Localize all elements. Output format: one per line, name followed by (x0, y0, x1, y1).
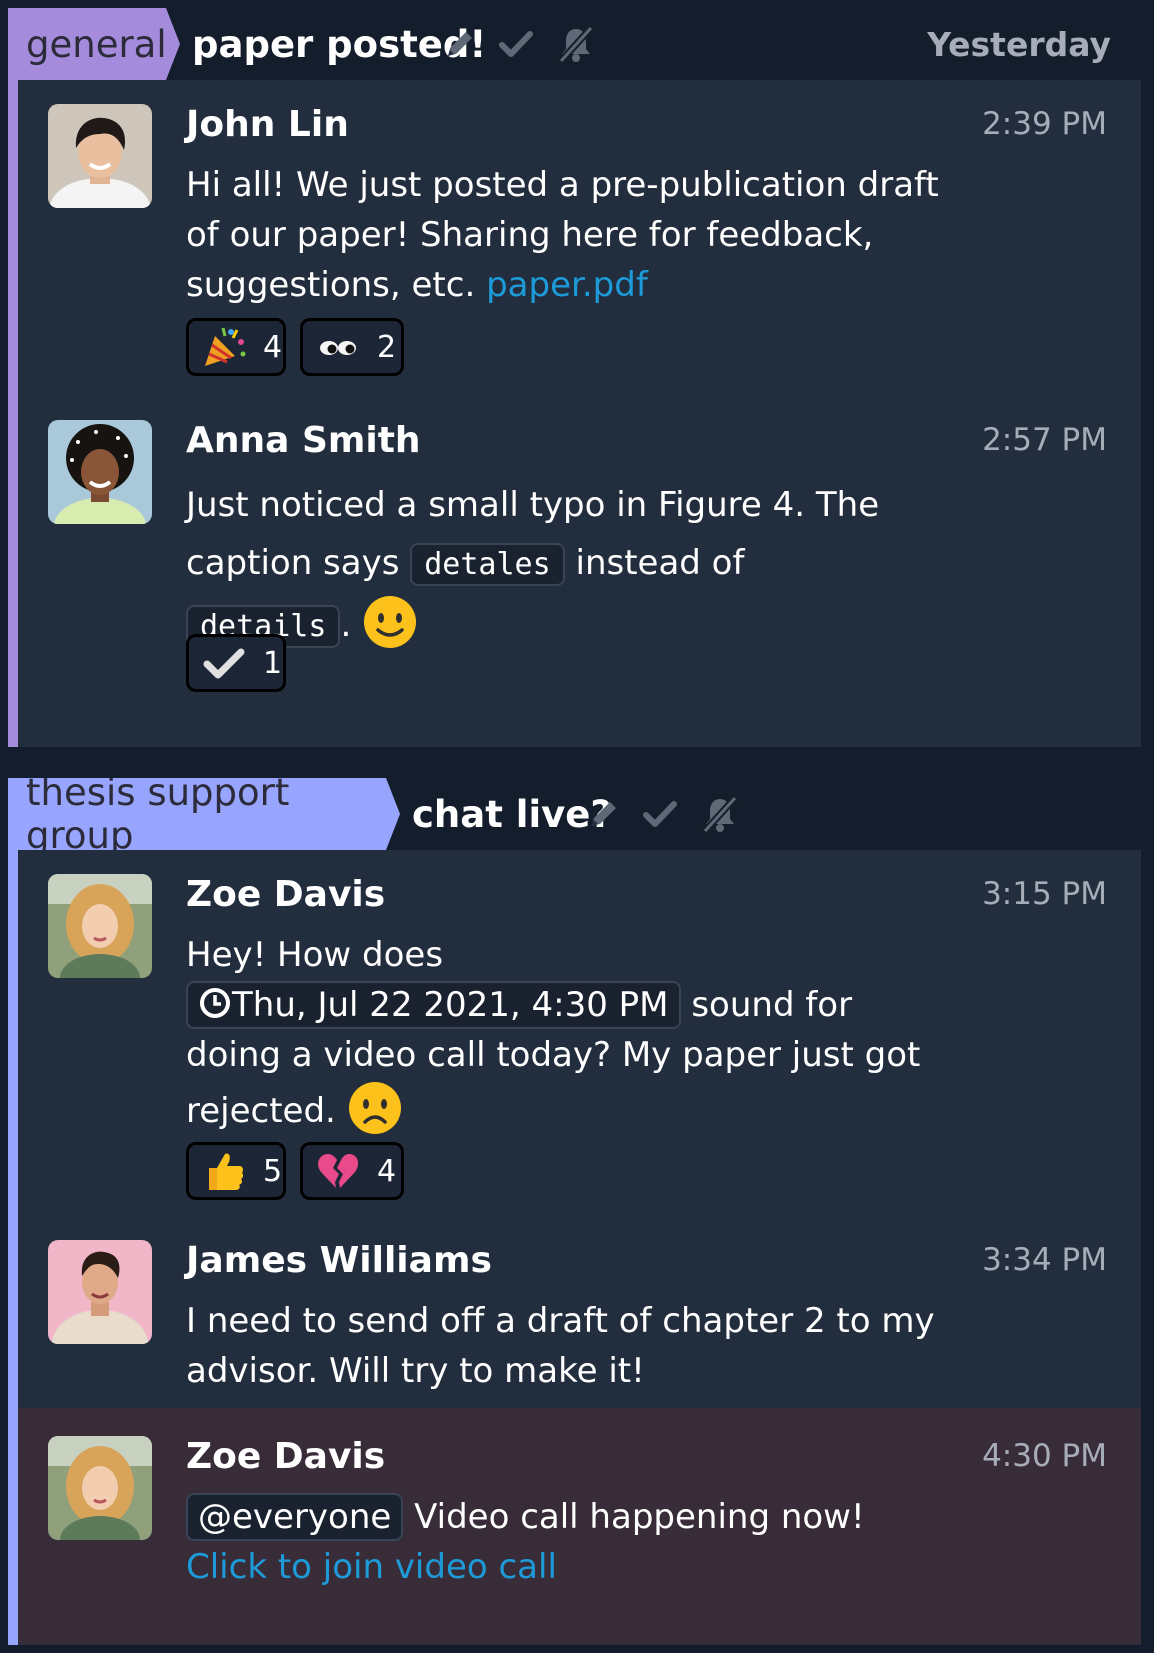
inline-code: detales (410, 543, 565, 586)
reaction-count: 2 (377, 329, 397, 365)
message-list: Zoe Davis 3:15 PM Hey! How does Thu, Jul… (8, 850, 1141, 1645)
sender-name[interactable]: Anna Smith (186, 420, 421, 461)
sender-name[interactable]: Zoe Davis (186, 874, 385, 915)
reaction-eyes[interactable]: 2 (300, 318, 404, 376)
mute-topic-icon[interactable] (556, 24, 596, 64)
reaction-count: 5 (263, 1153, 283, 1189)
recipient-bar: thesis support group chat live? (8, 778, 1141, 850)
reaction-party-popper[interactable]: 4 (186, 318, 286, 376)
attachment-link[interactable]: paper.pdf (486, 265, 648, 305)
message-text: instead of (564, 543, 745, 583)
recipient-bar: general paper posted! Yesterday (8, 8, 1141, 80)
frowning-face-icon (347, 1080, 403, 1134)
message-row[interactable]: James Williams 3:34 PM I need to send of… (18, 1216, 1141, 1408)
message-text: Hey! How does (186, 935, 444, 975)
clock-icon (198, 984, 232, 1018)
time-mention-label: Thu, Jul 22 2021, 4:30 PM (232, 985, 669, 1025)
message-list: John Lin 2:39 PM Hi all! We just posted … (8, 80, 1141, 747)
user-group-mention[interactable]: @everyone (186, 1493, 404, 1541)
mute-topic-icon[interactable] (700, 794, 740, 834)
stream-name[interactable]: general (8, 8, 180, 80)
message-row[interactable]: Zoe Davis 3:15 PM Hey! How does Thu, Jul… (18, 850, 1141, 1216)
message-content: I need to send off a draft of chapter 2 … (186, 1296, 946, 1396)
party-popper-icon (201, 324, 247, 370)
sender-name[interactable]: John Lin (186, 104, 349, 145)
thumbs-up-icon (201, 1148, 247, 1194)
message-text: I need to send off a draft of chapter 2 … (186, 1301, 935, 1391)
message-content: Hi all! We just posted a pre-publication… (186, 160, 946, 310)
avatar[interactable] (48, 420, 152, 524)
reactions: 5 4 (186, 1142, 404, 1200)
topic-name[interactable]: chat live? (412, 778, 612, 850)
stream-label: thesis support group (26, 771, 290, 857)
reaction-count: 4 (263, 329, 283, 365)
message-content: Just noticed a small typo in Figure 4. T… (186, 476, 946, 656)
reactions: 4 2 (186, 318, 404, 376)
reaction-check[interactable]: 1 (186, 634, 286, 692)
avatar[interactable] (48, 1436, 152, 1540)
message-row[interactable]: John Lin 2:39 PM Hi all! We just posted … (18, 80, 1141, 390)
mark-resolved-icon[interactable] (640, 794, 680, 834)
message-time[interactable]: 3:15 PM (982, 876, 1107, 912)
stream-label: general (26, 22, 167, 66)
broken-heart-icon (315, 1148, 361, 1194)
eyes-icon (315, 324, 361, 370)
message-time[interactable]: 2:57 PM (982, 422, 1107, 458)
message-content: Hey! How does Thu, Jul 22 2021, 4:30 PM … (186, 930, 946, 1136)
stream-name[interactable]: thesis support group (8, 778, 400, 850)
message-text: . (340, 605, 352, 645)
avatar[interactable] (48, 104, 152, 208)
edit-topic-icon[interactable] (440, 24, 480, 64)
slightly-smiling-face-icon (362, 594, 418, 648)
header-date: Yesterday (927, 24, 1111, 64)
message-time[interactable]: 2:39 PM (982, 106, 1107, 142)
message-text: Video call happening now! (403, 1497, 865, 1537)
reaction-broken-heart[interactable]: 4 (300, 1142, 404, 1200)
stream-color-stripe (8, 850, 18, 1645)
stream-color-stripe (8, 80, 18, 747)
reactions: 1 (186, 634, 286, 692)
reaction-count: 4 (377, 1153, 397, 1189)
message-time[interactable]: 4:30 PM (982, 1438, 1107, 1474)
message-row[interactable]: Anna Smith 2:57 PM Just noticed a small … (18, 396, 1141, 706)
sender-name[interactable]: James Williams (186, 1240, 492, 1281)
time-mention[interactable]: Thu, Jul 22 2021, 4:30 PM (186, 981, 681, 1029)
sender-name[interactable]: Zoe Davis (186, 1436, 385, 1477)
message-content: @everyone Video call happening now! Clic… (186, 1492, 946, 1592)
message-row-mentioned[interactable]: Zoe Davis 4:30 PM @everyone Video call h… (18, 1408, 1141, 1644)
mark-resolved-icon[interactable] (496, 24, 536, 64)
reaction-count: 1 (263, 645, 283, 681)
message-group-general: general paper posted! Yesterday John Lin… (8, 8, 1142, 747)
check-icon (201, 640, 247, 686)
avatar[interactable] (48, 1240, 152, 1344)
video-call-link[interactable]: Click to join video call (186, 1547, 557, 1587)
message-group-thesis-support: thesis support group chat live? Zoe Davi… (8, 778, 1142, 1645)
edit-topic-icon[interactable] (584, 794, 624, 834)
message-time[interactable]: 3:34 PM (982, 1242, 1107, 1278)
avatar[interactable] (48, 874, 152, 978)
reaction-thumbs-up[interactable]: 5 (186, 1142, 286, 1200)
